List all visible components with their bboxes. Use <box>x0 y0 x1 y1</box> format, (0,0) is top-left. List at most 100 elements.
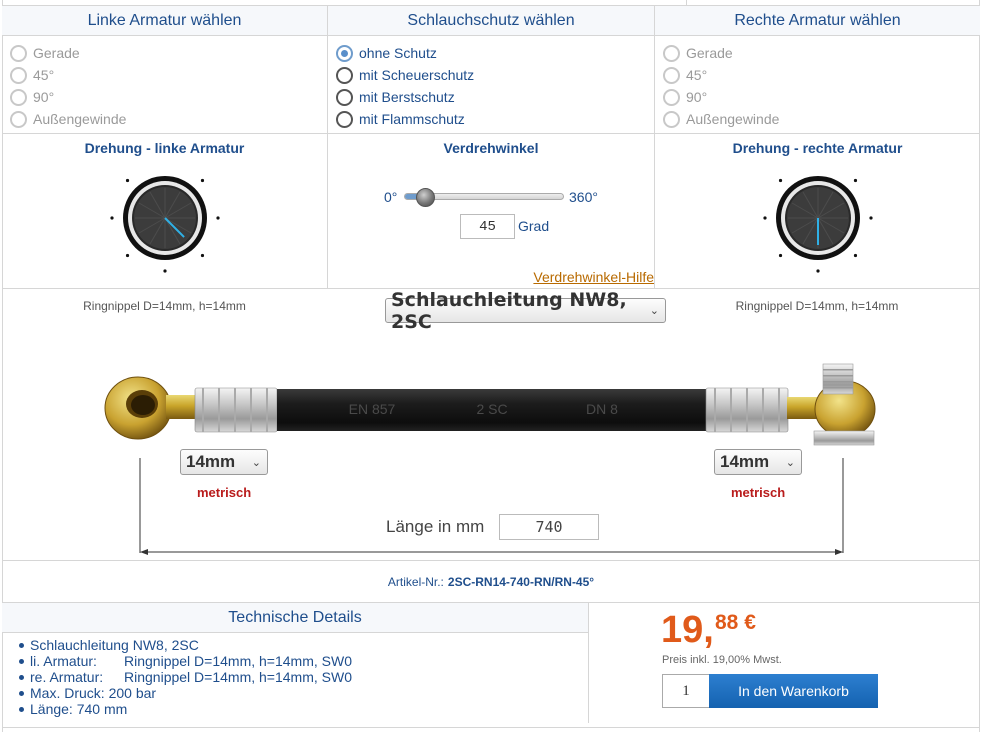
knob-tick <box>868 216 873 220</box>
length-arrow-left <box>140 549 148 555</box>
right-banjo-bolt <box>822 363 854 395</box>
hose-type-select[interactable]: Schlauchleitung NW8, 2SC ⌄ <box>385 289 666 333</box>
option-label: 90° <box>33 89 55 105</box>
option-label: 45° <box>33 67 55 83</box>
hose-protection-column: Schlauchschutz wählen ohne Schutz mit Sch… <box>328 6 655 133</box>
slider-thumb[interactable] <box>416 188 435 207</box>
knob-tick <box>215 216 220 220</box>
knob-tick <box>853 253 857 258</box>
technical-detail-item: Schlauchleitung NW8, 2SC <box>19 637 588 653</box>
right-nipple-caption: Ringnippel D=14mm, h=14mm <box>735 299 899 313</box>
left-fitting-heading: Linke Armatur wählen <box>2 6 327 36</box>
knob-tick <box>200 253 204 258</box>
hose-print-dn: DN 8 <box>586 401 618 417</box>
radio-button[interactable] <box>336 110 353 128</box>
add-to-cart-button[interactable]: In den Warenkorb <box>709 674 878 708</box>
right-metric-label: metrisch <box>731 485 786 500</box>
technical-detail-key: re. Armatur: <box>30 669 104 685</box>
left-ring-bore <box>131 395 155 415</box>
hose-protection-heading: Schlauchschutz wählen <box>328 6 654 36</box>
right-rotation-knob[interactable] <box>762 176 873 276</box>
length-label: Länge in mm <box>386 517 485 536</box>
twist-angle-unit: Grad <box>518 218 550 234</box>
hose-protection-options: ohne Schutz mit Scheuerschutz mit Berstsch… <box>328 36 654 130</box>
twist-angle-slider: 0° 360° <box>384 187 654 209</box>
right-bolt-head <box>813 430 875 446</box>
option-label: mit Flammschutz <box>359 111 465 127</box>
price-display: 19, 88 € <box>661 609 756 652</box>
chevron-down-icon: ⌄ <box>785 456 795 469</box>
knob-tick <box>162 269 167 273</box>
right-fitting-column: Rechte Armatur wählen Gerade 45° 90° Außeng… <box>655 6 980 133</box>
left-nipple-neck <box>166 395 196 419</box>
left-nipple-caption: Ringnippel D=14mm, h=14mm <box>83 299 246 313</box>
length-input[interactable] <box>499 514 599 540</box>
knob-tick <box>762 216 767 220</box>
radio-button <box>10 88 27 106</box>
middle-option[interactable]: mit Berstschutz <box>336 86 654 108</box>
slider-track[interactable] <box>404 188 564 207</box>
knob-tick <box>815 269 820 273</box>
left-fitting-options: Gerade 45° 90° Außengewinde <box>2 36 327 130</box>
right-fitting-options: Gerade 45° 90° Außengewinde <box>655 36 980 130</box>
left-rotation-panel: Drehung - linke Armatur <box>2 134 328 288</box>
slider-min-label: 0° <box>384 189 398 205</box>
twist-angle-input[interactable] <box>460 214 515 239</box>
radio-button <box>663 44 680 62</box>
radio-button <box>10 110 27 128</box>
hose-print-standard: EN 857 <box>349 401 396 417</box>
left-rotation-knob[interactable] <box>109 176 220 276</box>
twist-angle-help-link[interactable]: Verdrehwinkel-Hilfe <box>533 269 654 285</box>
article-number-label: Artikel-Nr.: <box>387 574 444 589</box>
left-rotation-title: Drehung - linke Armatur <box>84 140 245 156</box>
option-label: mit Scheuerschutz <box>359 67 475 83</box>
options-row: Linke Armatur wählen Gerade 45° 90° Außenge… <box>2 5 980 134</box>
right-rotation-title: Drehung - rechte Armatur <box>732 140 903 156</box>
knob-tick <box>125 178 129 183</box>
middle-option[interactable]: mit Flammschutz <box>336 108 654 130</box>
right-size-select[interactable]: 14mm ⌄ <box>714 449 802 475</box>
price-cents: 88 € <box>715 611 756 634</box>
middle-option[interactable]: ohne Schutz <box>336 42 654 64</box>
left-option: Gerade <box>10 42 327 64</box>
middle-option[interactable]: mit Scheuerschutz <box>336 64 654 86</box>
technical-detail-item: Länge: 740 mm <box>19 701 588 717</box>
left-size-value: 14mm <box>186 452 236 471</box>
chevron-down-icon: ⌄ <box>649 304 659 317</box>
option-label: Gerade <box>686 45 733 61</box>
left-option: 90° <box>10 86 327 108</box>
twist-angle-title: Verdrehwinkel <box>443 140 539 156</box>
right-option: Außengewinde <box>663 108 980 130</box>
technical-detail-value: Ringnippel D=14mm, h=14mm, SW0 <box>124 653 352 669</box>
technical-detail-value: Länge: 740 mm <box>30 701 128 717</box>
technical-detail-value: Schlauchleitung NW8, 2SC <box>30 637 199 653</box>
radio-button <box>10 44 27 62</box>
option-label: Gerade <box>33 45 80 61</box>
right-option: 90° <box>663 86 980 108</box>
radio-button <box>10 66 27 84</box>
left-fitting-column: Linke Armatur wählen Gerade 45° 90° Außenge… <box>2 6 328 133</box>
knob-tick <box>853 178 857 183</box>
article-number-row: Artikel-Nr.: 2SC-RN14-740-RN/RN-45° <box>2 561 980 603</box>
technical-detail-value: Max. Druck: 200 bar <box>30 685 157 701</box>
radio-button[interactable] <box>336 88 353 106</box>
left-option: Außengewinde <box>10 108 327 130</box>
technical-detail-value: Ringnippel D=14mm, h=14mm, SW0 <box>124 669 352 685</box>
left-size-select[interactable]: 14mm ⌄ <box>180 449 268 475</box>
right-option: 45° <box>663 64 980 86</box>
option-label: 45° <box>686 67 708 83</box>
article-number-value: 2SC-RN14-740-RN/RN-45° <box>447 574 595 589</box>
right-rotation-panel: Drehung - rechte Armatur <box>655 134 980 288</box>
radio-button[interactable] <box>336 66 353 84</box>
hose-configurator: EN 857 2 SC DN 8 Ringnippel D=14mm, h=14… <box>2 289 980 561</box>
right-fitting-heading: Rechte Armatur wählen <box>655 6 980 36</box>
radio-button[interactable] <box>336 44 353 62</box>
quantity-input[interactable] <box>662 674 710 708</box>
bottom-divider <box>2 727 980 728</box>
chevron-down-icon: ⌄ <box>251 456 261 469</box>
knob-tick <box>778 253 782 258</box>
technical-detail-item: re. Armatur: Ringnippel D=14mm, h=14mm, S… <box>19 669 588 685</box>
rotation-row: Drehung - linke Armatur Verdrehwinkel 0°… <box>2 134 980 289</box>
technical-details-list: Schlauchleitung NW8, 2SC li. Armatur: Ring… <box>2 633 588 717</box>
radio-button <box>663 66 680 84</box>
